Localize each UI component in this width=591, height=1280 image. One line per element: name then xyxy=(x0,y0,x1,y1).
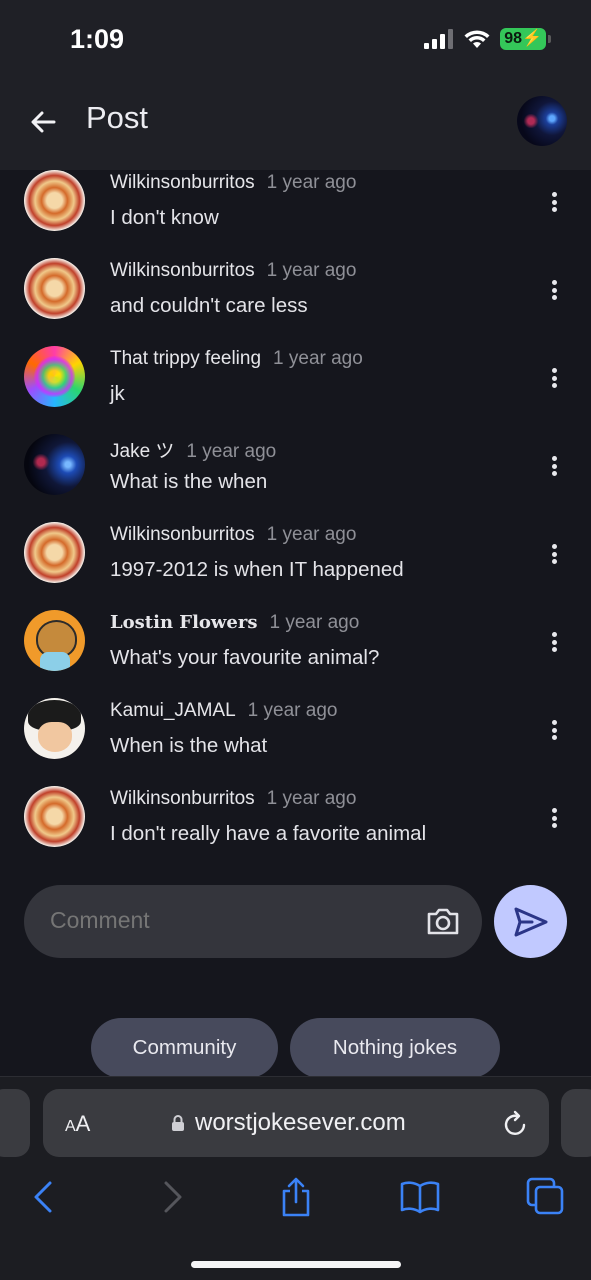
next-tab-preview[interactable] xyxy=(561,1089,591,1157)
browser-nav xyxy=(0,1177,591,1217)
comment-time: 1 year ago xyxy=(266,260,357,281)
back-arrow-icon[interactable] xyxy=(24,102,64,142)
previous-tab-preview[interactable] xyxy=(0,1089,30,1157)
battery-level: 98⚡ xyxy=(500,28,546,50)
comment-time: 1 year ago xyxy=(266,524,357,545)
more-options-icon[interactable] xyxy=(544,806,564,830)
comment-time: 1 year ago xyxy=(266,172,357,193)
address-bar[interactable]: AA worstjokesever.com xyxy=(43,1089,549,1157)
comment-username[interactable]: That trippy feeling xyxy=(110,348,261,370)
app-header: Post xyxy=(0,80,591,170)
wifi-icon xyxy=(464,30,490,48)
comment-username[interactable]: Wilkinsonburritos xyxy=(110,788,255,810)
comment-time: 1 year ago xyxy=(186,441,277,462)
comment-text: What's your favourite animal? xyxy=(110,646,380,669)
more-options-icon[interactable] xyxy=(544,542,564,566)
comment-text: I don't really have a favorite animal xyxy=(110,822,427,845)
comment-item: Kamui_JAMAL 1 year ago When is the what xyxy=(0,698,591,786)
battery-indicator: 98⚡ xyxy=(500,28,551,50)
comment-text: I don't know xyxy=(110,206,219,229)
profile-avatar[interactable] xyxy=(517,96,567,146)
comment-composer xyxy=(24,885,482,958)
more-options-icon[interactable] xyxy=(544,278,564,302)
camera-icon[interactable] xyxy=(426,905,460,937)
comment-input[interactable] xyxy=(50,907,400,934)
comment-item: Lostin Flowers 1 year ago What's your fav… xyxy=(0,610,591,698)
cat-avatar[interactable] xyxy=(24,610,85,671)
more-options-icon[interactable] xyxy=(544,190,564,214)
jake-avatar[interactable] xyxy=(24,434,85,495)
trippy-avatar[interactable] xyxy=(24,346,85,407)
more-options-icon[interactable] xyxy=(544,454,564,478)
comment-item: That trippy feeling 1 year ago jk xyxy=(0,346,591,434)
forward-chevron-icon[interactable] xyxy=(152,1177,192,1217)
comment-text: and couldn't care less xyxy=(110,294,308,317)
chip-row: Community Nothing jokes xyxy=(0,1018,591,1078)
comment-time: 1 year ago xyxy=(273,348,363,369)
more-options-icon[interactable] xyxy=(544,366,564,390)
page-title: Post xyxy=(86,100,149,135)
anime-avatar[interactable] xyxy=(24,698,85,759)
status-bar: 1:09 98⚡ xyxy=(0,0,591,80)
comment-time: 1 year ago xyxy=(266,788,357,809)
chip-nothing-jokes[interactable]: Nothing jokes xyxy=(290,1018,500,1078)
home-indicator[interactable] xyxy=(191,1261,401,1268)
comment-username[interactable]: Lostin Flowers xyxy=(110,612,258,633)
comment-text: 1997-2012 is when IT happened xyxy=(110,558,404,581)
comment-item: Wilkinsonburritos 1 year ago I don't real… xyxy=(0,786,591,874)
comment-text: When is the what xyxy=(110,734,268,757)
burrito-avatar[interactable] xyxy=(24,258,85,319)
share-icon[interactable] xyxy=(276,1177,316,1217)
comment-username[interactable]: Wilkinsonburritos xyxy=(110,260,255,282)
tabs-icon[interactable] xyxy=(526,1177,566,1217)
chip-community[interactable]: Community xyxy=(91,1018,278,1078)
send-button[interactable] xyxy=(494,885,567,958)
comment-item: Wilkinsonburritos 1 year ago 1997-2012 is… xyxy=(0,522,591,610)
burrito-avatar[interactable] xyxy=(24,170,85,231)
reader-text-size-button[interactable]: AA xyxy=(65,1111,90,1137)
status-icons: 98⚡ xyxy=(424,28,551,50)
comment-username[interactable]: Jake ツ xyxy=(110,436,174,463)
comment-username[interactable]: Kamui_JAMAL xyxy=(110,700,236,722)
comment-list: Wilkinsonburritos 1 year ago I don't know… xyxy=(0,170,591,874)
comment-time: 1 year ago xyxy=(247,700,338,721)
comment-text: jk xyxy=(110,382,125,405)
burrito-avatar[interactable] xyxy=(24,522,85,583)
bookmarks-icon[interactable] xyxy=(400,1177,440,1217)
comment-username[interactable]: Wilkinsonburritos xyxy=(110,524,255,546)
comment-item: Jake ツ 1 year ago What is the when xyxy=(0,434,591,522)
status-time: 1:09 xyxy=(70,24,125,54)
back-chevron-icon[interactable] xyxy=(24,1177,64,1217)
burrito-avatar[interactable] xyxy=(24,786,85,847)
more-options-icon[interactable] xyxy=(544,718,564,742)
browser-toolbar: AA worstjokesever.com xyxy=(0,1076,591,1280)
send-icon xyxy=(514,907,547,936)
signal-icon xyxy=(424,29,454,49)
comment-time: 1 year ago xyxy=(269,612,360,633)
comment-item: Wilkinsonburritos 1 year ago I don't know xyxy=(0,170,591,258)
comment-item: Wilkinsonburritos 1 year ago and couldn't… xyxy=(0,258,591,346)
lock-icon xyxy=(172,1115,184,1131)
url-text[interactable]: worstjokesever.com xyxy=(195,1109,406,1137)
comment-text: What is the when xyxy=(110,470,268,493)
more-options-icon[interactable] xyxy=(544,630,564,654)
comment-username[interactable]: Wilkinsonburritos xyxy=(110,172,255,194)
reload-icon[interactable] xyxy=(503,1109,529,1137)
